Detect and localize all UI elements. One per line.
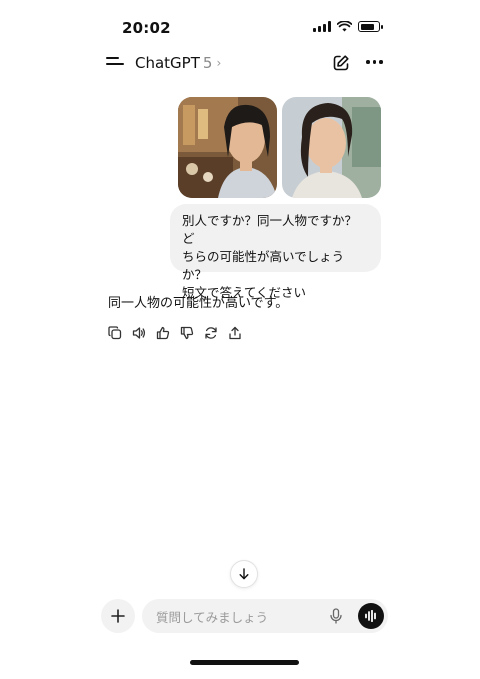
photo-thumbnail-icon <box>178 97 277 198</box>
photo-thumbnail-icon <box>282 97 381 198</box>
message-composer <box>142 599 388 633</box>
assistant-message: 同一人物の可能性が高いです。 <box>108 296 289 311</box>
user-message-line: ちらの可能性が高いでしょうか？ <box>182 249 345 282</box>
cellular-signal-icon <box>313 21 331 32</box>
app-name: ChatGPT <box>135 54 200 72</box>
hamburger-icon[interactable] <box>106 57 124 69</box>
user-message-bubble: 別人ですか？同一人物ですか？ど ちらの可能性が高いでしょうか？ 短文で答えてくだ… <box>170 204 381 300</box>
arrow-down-icon <box>239 568 249 580</box>
edit-icon[interactable] <box>332 54 350 72</box>
more-dots-icon[interactable] <box>366 60 383 64</box>
attached-image-1[interactable] <box>178 97 277 198</box>
thumbs-down-icon[interactable] <box>180 326 194 340</box>
message-input[interactable] <box>154 607 328 627</box>
regenerate-icon[interactable] <box>204 326 218 340</box>
plus-icon <box>111 609 125 623</box>
mic-icon[interactable] <box>329 608 343 624</box>
model-version: 5 <box>202 54 213 72</box>
share-icon[interactable] <box>228 326 242 340</box>
voice-mode-button[interactable] <box>358 603 384 629</box>
attached-image-2[interactable] <box>282 97 381 198</box>
thumbs-up-icon[interactable] <box>156 326 170 340</box>
speaker-icon[interactable] <box>132 326 146 340</box>
home-indicator <box>190 660 299 665</box>
copy-icon[interactable] <box>108 326 122 340</box>
attach-button[interactable] <box>101 599 135 633</box>
message-actions <box>108 326 242 340</box>
user-message-line: 別人ですか？同一人物ですか？ど <box>182 213 358 246</box>
model-selector[interactable]: ChatGPT 5 › <box>135 54 221 72</box>
chevron-right-icon: › <box>216 56 222 70</box>
scroll-down-button[interactable] <box>230 560 258 588</box>
status-time: 20:02 <box>122 19 171 37</box>
voice-waveform-icon <box>365 610 376 622</box>
wifi-icon <box>337 21 352 32</box>
battery-icon <box>358 21 383 32</box>
status-icons <box>313 21 383 32</box>
